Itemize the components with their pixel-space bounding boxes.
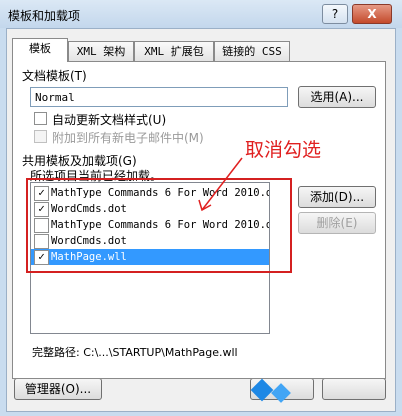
help-button[interactable]: ? [322,4,348,24]
annotation-text: 取消勾选 [245,139,322,161]
organizer-button[interactable]: 管理器(O)... [14,378,102,400]
doc-template-label: 文档模板(T) [22,69,87,83]
auto-update-checkbox[interactable] [34,112,47,125]
select-template-button[interactable]: 选用(A)... [298,86,376,108]
tab-linked-css[interactable]: 链接的 CSS [214,41,290,61]
attach-mail-checkbox [34,130,47,143]
tab-templates[interactable]: 模板 [12,38,68,62]
window-title: 模板和加载项 [8,9,81,23]
highlight-box [26,178,292,273]
auto-update-label: 自动更新文档样式(U) [52,113,167,127]
annotation-arrow-icon [198,157,243,212]
full-path-label: 完整路径: C:\...\STARTUP\MathPage.wll [32,346,238,359]
watermark-logo-icon [250,378,291,403]
template-path-input[interactable] [30,87,288,107]
add-addin-button[interactable]: 添加(D)... [298,186,376,208]
cancel-button[interactable] [322,378,386,400]
attach-mail-label: 附加到所有新电子邮件中(M) [52,131,204,145]
remove-addin-button: 删除(E) [298,212,376,234]
close-button[interactable]: X [352,4,392,24]
tab-xml-schema[interactable]: XML 架构 [68,41,134,61]
title-bar: 模板和加载项 ? X [0,0,402,28]
tab-xml-expansion[interactable]: XML 扩展包 [134,41,214,61]
auto-update-option[interactable]: 自动更新文档样式(U) [34,111,284,127]
